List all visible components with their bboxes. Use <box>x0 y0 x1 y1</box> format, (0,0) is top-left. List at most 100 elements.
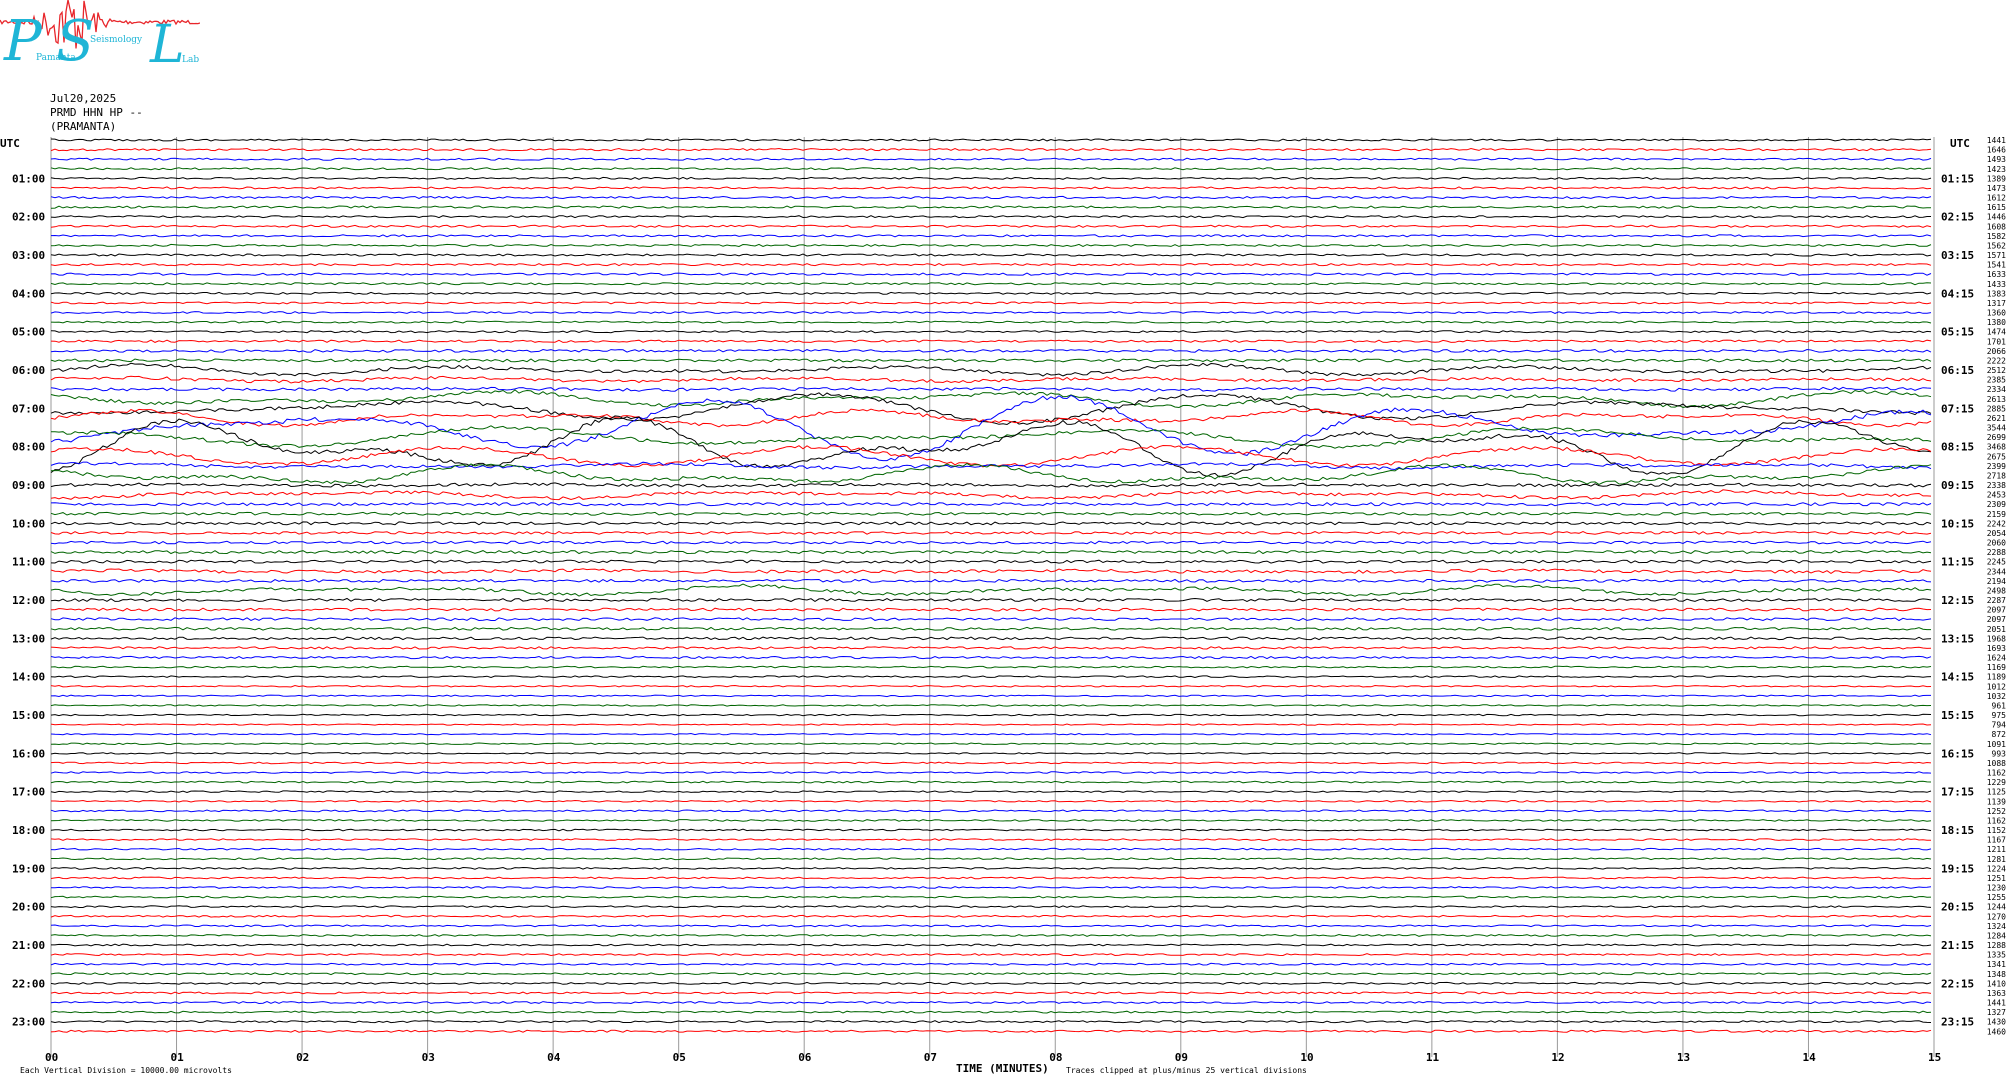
trace-rms-label: 2222 <box>1987 356 2006 365</box>
seismic-trace <box>50 375 1932 384</box>
trace-rms-label: 1091 <box>1987 740 2006 749</box>
x-tick-label: 04 <box>547 1051 561 1064</box>
x-tick-label: 00 <box>45 1051 58 1064</box>
trace-rms-label: 2885 <box>1987 404 2006 413</box>
x-tick-label: 14 <box>1802 1051 1816 1064</box>
seismic-trace <box>50 713 1932 717</box>
seismic-trace <box>50 847 1932 851</box>
x-tick-label: 15 <box>1928 1051 1941 1064</box>
trace-rms-label: 2344 <box>1987 567 2006 576</box>
left-hour-label: 12:00 <box>12 594 45 607</box>
seismic-trace <box>50 243 1932 248</box>
left-hour-label: 05:00 <box>12 326 45 339</box>
trace-rms-label: 1582 <box>1987 232 2006 241</box>
seismic-trace <box>50 684 1932 688</box>
seismic-trace <box>50 511 1932 516</box>
trace-rms-label: 1460 <box>1987 1027 2006 1036</box>
trace-rms-label: 1646 <box>1987 146 2006 155</box>
right-hour-label: 13:15 <box>1941 632 1974 645</box>
seismic-trace <box>51 857 1932 861</box>
seismic-trace <box>50 389 1932 409</box>
seismic-trace <box>50 362 1932 377</box>
seismic-trace <box>50 646 1932 650</box>
trace-rms-label: 2097 <box>1987 606 2006 615</box>
trace-rms-label: 1571 <box>1987 251 2006 260</box>
seismic-trace <box>50 876 1932 880</box>
trace-rms-label: 1446 <box>1987 213 2006 222</box>
right-utc-label: UTC <box>1950 137 1970 150</box>
left-hour-label: 15:00 <box>12 709 45 722</box>
left-hour-label: 10:00 <box>12 517 45 530</box>
trace-rms-label: 1410 <box>1987 979 2006 988</box>
seismic-trace <box>50 263 1932 267</box>
seismic-trace <box>50 972 1932 976</box>
seismic-trace <box>50 521 1932 526</box>
right-hour-label: 01:15 <box>1941 172 1974 185</box>
trace-rms-label: 1441 <box>1987 999 2006 1008</box>
trace-rms-label: 1284 <box>1987 931 2006 940</box>
left-hour-label: 04:00 <box>12 287 45 300</box>
trace-rms-label: 2288 <box>1987 548 2006 557</box>
seismic-trace <box>50 568 1932 574</box>
trace-rms-label: 1251 <box>1987 874 2006 883</box>
seismic-trace <box>50 991 1932 995</box>
x-tick-label: 08 <box>1049 1051 1062 1064</box>
trace-rms-label: 1152 <box>1987 826 2006 835</box>
seismic-trace <box>50 597 1932 603</box>
left-hour-label: 23:00 <box>12 1016 45 1029</box>
seismic-trace <box>50 578 1932 583</box>
right-hour-label: 23:15 <box>1941 1016 1974 1029</box>
right-hour-label: 19:15 <box>1941 862 1974 875</box>
trace-rms-label: 2699 <box>1987 433 2006 442</box>
seismic-trace <box>50 186 1932 190</box>
trace-rms-label: 961 <box>1992 701 2007 710</box>
trace-rms-label: 993 <box>1992 749 2007 758</box>
trace-rms-label: 1624 <box>1987 654 2006 663</box>
trace-rms-label: 3468 <box>1987 443 2006 452</box>
seismic-trace <box>51 425 1932 449</box>
seismic-trace <box>50 790 1932 794</box>
trace-rms-label: 1389 <box>1987 174 2006 183</box>
trace-rms-label: 1255 <box>1987 893 2006 902</box>
seismic-trace <box>50 723 1932 726</box>
trace-rms-label: 2060 <box>1987 539 2006 548</box>
seismic-trace <box>50 234 1932 238</box>
seismic-trace <box>50 886 1932 889</box>
seismic-trace <box>50 607 1932 612</box>
seismic-trace <box>50 301 1932 305</box>
seismic-trace <box>50 752 1932 755</box>
trace-rms-label: 2194 <box>1987 577 2006 586</box>
seismic-trace <box>50 866 1932 870</box>
trace-rms-label: 1244 <box>1987 903 2006 912</box>
trace-rms-label: 1341 <box>1987 960 2006 969</box>
seismic-trace <box>50 157 1932 161</box>
seismic-trace <box>50 408 1932 428</box>
seismic-traces <box>50 138 1932 1033</box>
trace-rms-label: 1612 <box>1987 194 2006 203</box>
trace-rms-label: 2334 <box>1987 385 2006 394</box>
trace-rms-label: 1167 <box>1987 836 2006 845</box>
left-utc-label: UTC <box>0 137 20 150</box>
seismic-trace <box>50 905 1932 909</box>
left-hour-label: 20:00 <box>12 901 45 914</box>
seismic-trace <box>50 531 1932 535</box>
seismic-trace <box>50 981 1932 985</box>
right-hour-label: 20:15 <box>1941 901 1974 914</box>
right-hour-label: 02:15 <box>1941 211 1974 224</box>
right-hour-label: 05:15 <box>1941 326 1974 339</box>
seismic-trace <box>50 665 1932 669</box>
left-hour-label: 16:00 <box>12 747 45 760</box>
trace-rms-label: 1230 <box>1987 884 2006 893</box>
trace-rms-label: 2159 <box>1987 510 2006 519</box>
left-hour-label: 02:00 <box>12 211 45 224</box>
seismic-trace <box>50 330 1932 334</box>
seismic-trace <box>50 914 1932 918</box>
trace-rms-label: 1693 <box>1987 644 2006 653</box>
trace-rms-label: 1430 <box>1987 1018 2006 1027</box>
seismic-trace <box>51 943 1932 947</box>
trace-rms-label: 1562 <box>1987 241 2006 250</box>
trace-rms-label: 794 <box>1992 721 2007 730</box>
trace-rms-label: 2338 <box>1987 481 2006 490</box>
seismic-trace <box>50 291 1932 295</box>
seismic-trace <box>50 272 1932 276</box>
